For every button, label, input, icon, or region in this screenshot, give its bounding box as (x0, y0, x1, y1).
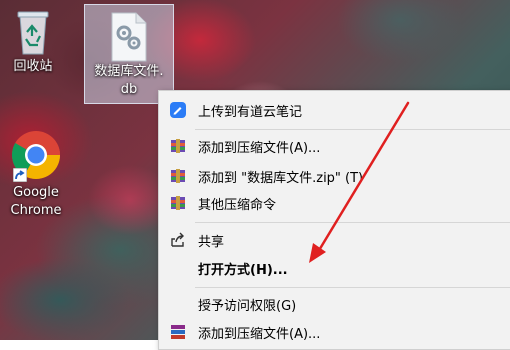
menu-separator (195, 287, 510, 288)
menu-item-label: 共享 (198, 235, 225, 250)
menu-item-other-compress[interactable]: 其他压缩命令 › (159, 190, 510, 216)
context-menu: 上传到有道云笔记 添加到压缩文件(A)... 添加到 "数据库文件.zip" (… (158, 90, 510, 350)
menu-item-label: 授予访问权限(G) (198, 299, 297, 314)
menu-item-add-to-zip[interactable]: 添加到 "数据库文件.zip" (T) (159, 163, 510, 189)
winrar-archive-icon (169, 137, 187, 155)
recycle-bin-icon (14, 6, 52, 58)
menu-separator (195, 222, 510, 223)
menu-item-share[interactable]: 共享 (159, 227, 510, 253)
winrar-archive-icon (169, 167, 187, 185)
menu-item-upload-youdao[interactable]: 上传到有道云笔记 (159, 97, 510, 123)
chrome-label: Google Chrome (10, 185, 62, 218)
menu-item-label: 添加到压缩文件(A)... (198, 327, 321, 342)
share-icon (169, 231, 187, 249)
menu-item-label: 其他压缩命令 (198, 198, 277, 213)
chrome-icon (11, 130, 61, 184)
menu-item-grant-access[interactable]: 授予访问权限(G) › (159, 291, 510, 317)
menu-item-label: 上传到有道云笔记 (198, 105, 303, 120)
file-settings-icon (108, 11, 150, 63)
menu-item-add-to-archive[interactable]: 添加到压缩文件(A)... (159, 133, 510, 159)
winrar-books-icon (169, 323, 187, 341)
desktop-icon-recycle-bin[interactable]: 回收站 (0, 6, 71, 76)
menu-item-label: 添加到压缩文件(A)... (198, 141, 321, 156)
menu-item-label: 打开方式(H)... (198, 263, 288, 278)
desktop-icon-google-chrome[interactable]: Google Chrome (0, 130, 76, 220)
winrar-archive-icon (169, 194, 187, 212)
menu-item-add-to-archive-rar[interactable]: 添加到压缩文件(A)... (159, 319, 510, 345)
menu-separator (195, 129, 510, 130)
menu-item-open-with[interactable]: 打开方式(H)... (159, 255, 510, 281)
desktop-icon-database-file[interactable]: 数据库文件. db (84, 4, 174, 104)
menu-item-label: 添加到 "数据库文件.zip" (T) (198, 171, 364, 186)
shortcut-arrow-icon (13, 168, 27, 182)
recycle-bin-label: 回收站 (13, 59, 53, 74)
youdao-note-icon (169, 101, 187, 119)
